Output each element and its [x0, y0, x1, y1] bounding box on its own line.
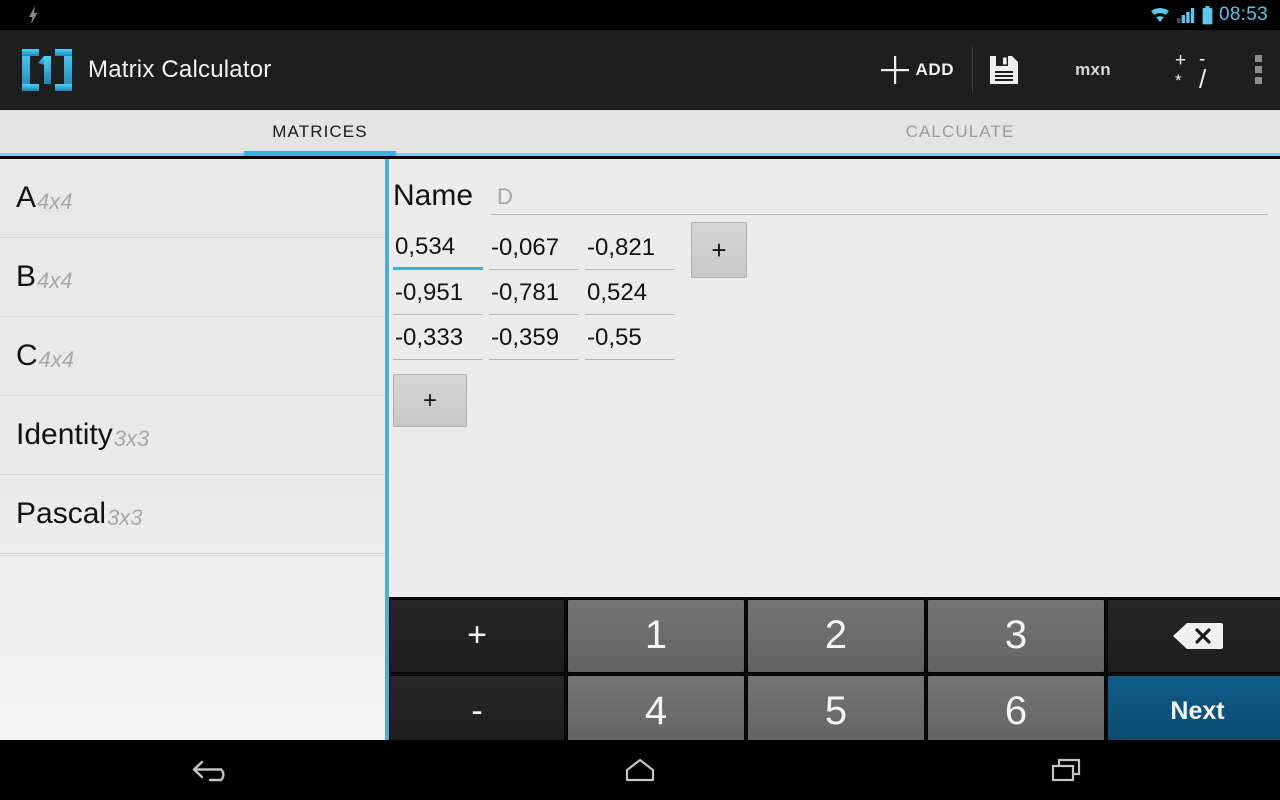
matrix-name: B — [16, 260, 37, 293]
matrix-cell-1-1[interactable] — [489, 274, 579, 315]
status-bar-clock: 08:53 — [1218, 4, 1268, 25]
svg-text:+: + — [1175, 50, 1186, 71]
matrix-cell-1-0[interactable] — [393, 274, 483, 315]
matrix-name: Identity — [16, 418, 113, 451]
matrix-cell-1-2[interactable] — [585, 274, 675, 315]
status-bar-right: 08:53 — [1150, 4, 1280, 26]
key-minus[interactable]: - — [389, 674, 565, 748]
wifi-icon — [1150, 8, 1169, 22]
matrix-cell-0-0[interactable] — [393, 229, 483, 270]
matrix-list-sidebar: A 4x4 B 4x4 C 4x4 Identity 3x3 Pascal 3x… — [0, 159, 385, 740]
key-5[interactable]: 5 — [747, 674, 925, 748]
matrix-row — [393, 272, 1280, 317]
matrix-dimensions: 4x4 — [38, 347, 75, 372]
svg-text:*: * — [1175, 71, 1182, 90]
key-backspace[interactable] — [1107, 599, 1280, 673]
matrix-cell-0-1[interactable] — [489, 229, 579, 270]
list-item[interactable]: B 4x4 — [0, 238, 385, 317]
tab-matrices[interactable]: MATRICES — [0, 110, 640, 153]
matrix-cell-2-0[interactable] — [393, 319, 483, 360]
add-button[interactable]: ADD — [862, 30, 973, 110]
add-row-wrap: + — [389, 362, 1280, 427]
save-button[interactable] — [973, 30, 1035, 110]
add-column-button[interactable]: + — [691, 221, 747, 278]
overflow-dots-icon — [1255, 55, 1262, 84]
battery-icon — [1202, 5, 1213, 24]
key-next[interactable]: Next — [1107, 674, 1280, 748]
app-logo-icon — [22, 48, 72, 91]
action-bar: Matrix Calculator ADD mxn + - * / — [0, 30, 1280, 110]
matrix-dimensions: 3x3 — [107, 505, 143, 530]
home-icon — [625, 758, 655, 782]
bolt-icon — [29, 6, 38, 24]
tab-bar: MATRICES CALCULATE — [0, 110, 1280, 156]
matrix-cell-grid: + — [389, 215, 1280, 362]
list-item[interactable]: C 4x4 — [0, 317, 385, 396]
key-3[interactable]: 3 — [927, 599, 1105, 673]
backspace-icon — [1172, 622, 1223, 649]
tab-calculate[interactable]: CALCULATE — [640, 110, 1280, 153]
add-row-button[interactable]: + — [393, 374, 467, 427]
recents-icon — [1051, 758, 1080, 782]
nav-back-button[interactable] — [153, 740, 273, 800]
app-title: Matrix Calculator — [88, 55, 272, 83]
nav-home-button[interactable] — [580, 740, 700, 800]
back-icon — [193, 760, 225, 782]
list-divider — [0, 554, 385, 556]
list-item[interactable]: A 4x4 — [0, 159, 385, 238]
matrix-row: + — [393, 221, 1280, 278]
key-plus[interactable]: + — [389, 599, 565, 673]
pane-divider — [385, 159, 389, 740]
name-input[interactable] — [491, 184, 1268, 215]
mxn-button[interactable]: mxn — [1035, 30, 1151, 110]
name-row: Name — [389, 159, 1280, 215]
list-item[interactable]: Pascal 3x3 — [0, 475, 385, 554]
key-2[interactable]: 2 — [747, 599, 925, 673]
key-6[interactable]: 6 — [927, 674, 1105, 748]
matrix-cell-0-2[interactable] — [585, 229, 675, 270]
operators-icon: + - * / — [1175, 49, 1207, 91]
tab-matrices-label: MATRICES — [272, 121, 368, 141]
matrix-name: C — [16, 339, 38, 372]
key-4[interactable]: 4 — [567, 674, 745, 748]
status-bar-left — [0, 6, 40, 24]
matrix-name: A — [16, 181, 37, 214]
app-root: 08:53 Matrix Calculator ADD mxn + - * / … — [0, 0, 1280, 800]
matrix-name: Pascal — [16, 497, 107, 530]
plus-icon — [880, 55, 909, 84]
mxn-label: mxn — [1075, 59, 1111, 79]
list-item[interactable]: Identity 3x3 — [0, 396, 385, 475]
signal-icon — [1176, 8, 1195, 23]
save-icon — [990, 55, 1019, 84]
matrix-dimensions: 4x4 — [37, 189, 73, 214]
nav-recents-button[interactable] — [1007, 740, 1127, 800]
status-bar: 08:53 — [0, 0, 1280, 30]
content-area: A 4x4 B 4x4 C 4x4 Identity 3x3 Pascal 3x… — [0, 159, 1280, 800]
key-1[interactable]: 1 — [567, 599, 745, 673]
add-button-label: ADD — [915, 59, 955, 79]
tab-calculate-label: CALCULATE — [905, 121, 1015, 141]
overflow-menu-button[interactable] — [1241, 30, 1280, 110]
matrix-dimensions: 4x4 — [37, 268, 73, 293]
matrix-cell-2-2[interactable] — [585, 319, 675, 360]
matrix-cell-2-1[interactable] — [489, 319, 579, 360]
name-label: Name — [393, 179, 474, 212]
operators-button[interactable]: + - * / — [1151, 30, 1241, 110]
android-nav-bar — [0, 740, 1280, 800]
matrix-row — [393, 317, 1280, 362]
svg-text:/: / — [1199, 64, 1207, 91]
matrix-dimensions: 3x3 — [113, 426, 150, 451]
action-bar-actions: ADD mxn + - * / — [862, 30, 1280, 110]
